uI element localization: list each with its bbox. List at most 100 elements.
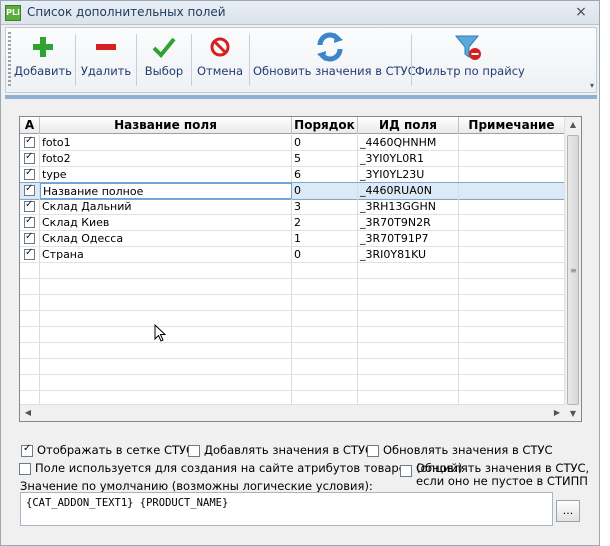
empty-cell[interactable] (40, 295, 292, 311)
empty-table-row[interactable] (20, 263, 565, 279)
empty-cell[interactable] (358, 279, 459, 295)
order-cell[interactable]: 1 (292, 231, 358, 247)
empty-cell[interactable] (40, 263, 292, 279)
empty-cell[interactable] (292, 311, 358, 327)
note-cell[interactable] (459, 167, 565, 183)
checkbox-box[interactable] (367, 445, 379, 457)
empty-cell[interactable] (40, 375, 292, 391)
empty-cell[interactable] (292, 279, 358, 295)
active-checkbox[interactable] (24, 231, 35, 244)
cancel-button[interactable]: Отмена (195, 30, 245, 90)
active-cell[interactable] (20, 183, 40, 199)
id-cell[interactable]: _3YI0YL23U (358, 167, 459, 183)
active-cell[interactable] (20, 151, 40, 167)
empty-cell[interactable] (40, 359, 292, 375)
table-row[interactable]: type6_3YI0YL23U (20, 167, 565, 183)
note-cell[interactable] (459, 183, 565, 199)
active-checkbox[interactable] (24, 215, 35, 228)
id-cell[interactable]: _3YI0YL0R1 (358, 151, 459, 167)
empty-table-row[interactable] (20, 295, 565, 311)
empty-cell[interactable] (40, 327, 292, 343)
toolbar-grip[interactable] (8, 32, 11, 88)
scroll-left-icon[interactable]: ◀ (20, 405, 36, 421)
empty-table-row[interactable] (20, 327, 565, 343)
empty-table-row[interactable] (20, 359, 565, 375)
active-cell[interactable] (20, 375, 40, 391)
active-cell[interactable] (20, 199, 40, 215)
column-header-order[interactable]: Порядок (292, 117, 358, 134)
vertical-scrollbar[interactable]: ▲ ≡ ▼ (564, 117, 581, 421)
active-cell[interactable] (20, 311, 40, 327)
active-checkbox[interactable] (24, 151, 35, 164)
empty-cell[interactable] (459, 327, 565, 343)
active-cell[interactable] (20, 215, 40, 231)
scroll-right-icon[interactable]: ▶ (549, 405, 565, 421)
table-row[interactable]: Склад Одесса1_3R70T91P7 (20, 231, 565, 247)
order-cell[interactable]: 0 (292, 183, 358, 199)
empty-cell[interactable] (358, 295, 459, 311)
empty-cell[interactable] (292, 327, 358, 343)
empty-cell[interactable] (459, 343, 565, 359)
note-cell[interactable] (459, 151, 565, 167)
active-cell[interactable] (20, 167, 40, 183)
checkbox-box[interactable] (188, 445, 200, 457)
filter-by-price-button[interactable]: Фильтр по прайсу (415, 30, 525, 90)
active-checkbox[interactable] (24, 135, 35, 148)
id-cell[interactable]: _4460RUA0N (358, 183, 459, 199)
order-cell[interactable]: 6 (292, 167, 358, 183)
note-cell[interactable] (459, 135, 565, 151)
active-cell[interactable] (20, 343, 40, 359)
column-header-active[interactable]: А (20, 117, 40, 134)
id-cell[interactable]: _3R70T9N2R (358, 215, 459, 231)
active-cell[interactable] (20, 135, 40, 151)
select-button[interactable]: Выбор (140, 30, 188, 90)
empty-cell[interactable] (292, 295, 358, 311)
active-checkbox[interactable] (24, 199, 35, 212)
scroll-thumb[interactable]: ≡ (567, 135, 579, 405)
empty-table-row[interactable] (20, 279, 565, 295)
empty-cell[interactable] (292, 263, 358, 279)
order-cell[interactable]: 2 (292, 215, 358, 231)
empty-cell[interactable] (292, 359, 358, 375)
name-cell[interactable]: foto1 (40, 135, 292, 151)
table-row[interactable]: Страна0_3RI0Y81KU (20, 247, 565, 263)
table-row[interactable]: Склад Киев2_3R70T9N2R (20, 215, 565, 231)
name-cell[interactable]: Страна (40, 247, 292, 263)
empty-cell[interactable] (292, 375, 358, 391)
checkbox-box[interactable] (400, 465, 412, 477)
empty-cell[interactable] (40, 279, 292, 295)
name-cell[interactable]: Склад Одесса (40, 231, 292, 247)
active-cell[interactable] (20, 295, 40, 311)
scroll-down-icon[interactable]: ▼ (565, 406, 581, 421)
order-cell[interactable]: 0 (292, 135, 358, 151)
empty-cell[interactable] (459, 375, 565, 391)
active-cell[interactable] (20, 263, 40, 279)
note-cell[interactable] (459, 215, 565, 231)
order-cell[interactable]: 5 (292, 151, 358, 167)
empty-cell[interactable] (358, 359, 459, 375)
close-button[interactable]: × (573, 4, 589, 20)
delete-button[interactable]: Удалить (79, 30, 133, 90)
active-cell[interactable] (20, 231, 40, 247)
horizontal-scrollbar[interactable]: ◀ ▶ (20, 404, 565, 421)
browse-button[interactable]: ... (556, 500, 580, 522)
table-row[interactable]: foto25_3YI0YL0R1 (20, 151, 565, 167)
name-cell[interactable]: type (40, 167, 292, 183)
active-cell[interactable] (20, 279, 40, 295)
empty-cell[interactable] (40, 311, 292, 327)
empty-cell[interactable] (358, 375, 459, 391)
refresh-values-button[interactable]: Обновить значения в СТУС (253, 30, 416, 90)
table-row[interactable]: foto10_4460QHNHM (20, 135, 565, 151)
name-cell[interactable]: Склад Дальний (40, 199, 292, 215)
id-cell[interactable]: _3RI0Y81KU (358, 247, 459, 263)
empty-cell[interactable] (40, 343, 292, 359)
empty-cell[interactable] (292, 343, 358, 359)
empty-cell[interactable] (459, 279, 565, 295)
empty-cell[interactable] (358, 263, 459, 279)
column-header-id[interactable]: ИД поля (358, 117, 459, 134)
name-cell[interactable]: Название полное (40, 183, 292, 199)
empty-cell[interactable] (459, 295, 565, 311)
active-cell[interactable] (20, 359, 40, 375)
empty-table-row[interactable] (20, 375, 565, 391)
order-cell[interactable]: 3 (292, 199, 358, 215)
